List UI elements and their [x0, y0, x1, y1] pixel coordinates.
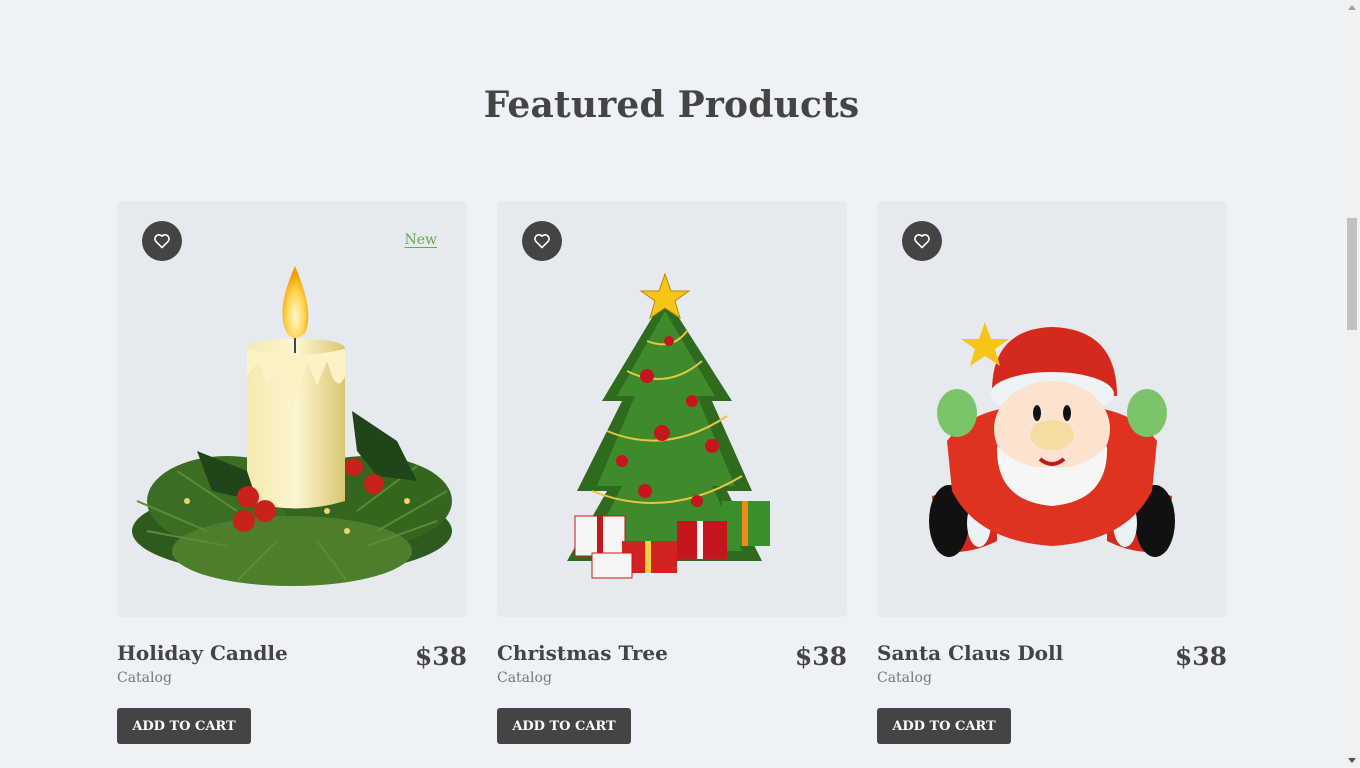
product-image-container[interactable]: New — [117, 201, 467, 617]
candle-image — [132, 266, 452, 586]
add-to-cart-button[interactable]: ADD TO CART — [877, 708, 1011, 744]
product-card-santa-claus-doll: Santa Claus Doll Catalog $38 ADD TO CART — [877, 201, 1227, 744]
product-card-holiday-candle: New Holiday Candle Catalog $38 ADD TO CA… — [117, 201, 467, 744]
product-image-container[interactable] — [877, 201, 1227, 617]
heart-icon — [154, 234, 170, 249]
scroll-down-icon[interactable] — [1348, 758, 1356, 763]
product-image-container[interactable] — [497, 201, 847, 617]
heart-icon — [914, 234, 930, 249]
wishlist-button[interactable] — [142, 221, 182, 261]
product-category: Catalog — [117, 670, 172, 686]
product-name[interactable]: Christmas Tree — [497, 641, 668, 665]
add-to-cart-button[interactable]: ADD TO CART — [117, 708, 251, 744]
product-card-christmas-tree: Christmas Tree Catalog $38 ADD TO CART — [497, 201, 847, 744]
santa-doll-image — [929, 322, 1175, 557]
product-name[interactable]: Santa Claus Doll — [877, 641, 1063, 665]
add-to-cart-button[interactable]: ADD TO CART — [497, 708, 631, 744]
product-price: $38 — [414, 642, 467, 671]
scroll-up-icon[interactable] — [1348, 5, 1356, 10]
product-price: $38 — [794, 642, 847, 671]
wishlist-button[interactable] — [522, 221, 562, 261]
product-price: $38 — [1174, 642, 1227, 671]
christmas-tree-image — [567, 272, 770, 579]
new-badge[interactable]: New — [404, 232, 437, 248]
page-scrollbar[interactable] — [1343, 0, 1360, 768]
wishlist-button[interactable] — [902, 221, 942, 261]
product-category: Catalog — [497, 670, 552, 686]
scrollbar-thumb[interactable] — [1347, 218, 1357, 330]
product-name[interactable]: Holiday Candle — [117, 641, 288, 665]
product-category: Catalog — [877, 670, 932, 686]
section-title: Featured Products — [483, 84, 860, 126]
heart-icon — [534, 234, 550, 249]
